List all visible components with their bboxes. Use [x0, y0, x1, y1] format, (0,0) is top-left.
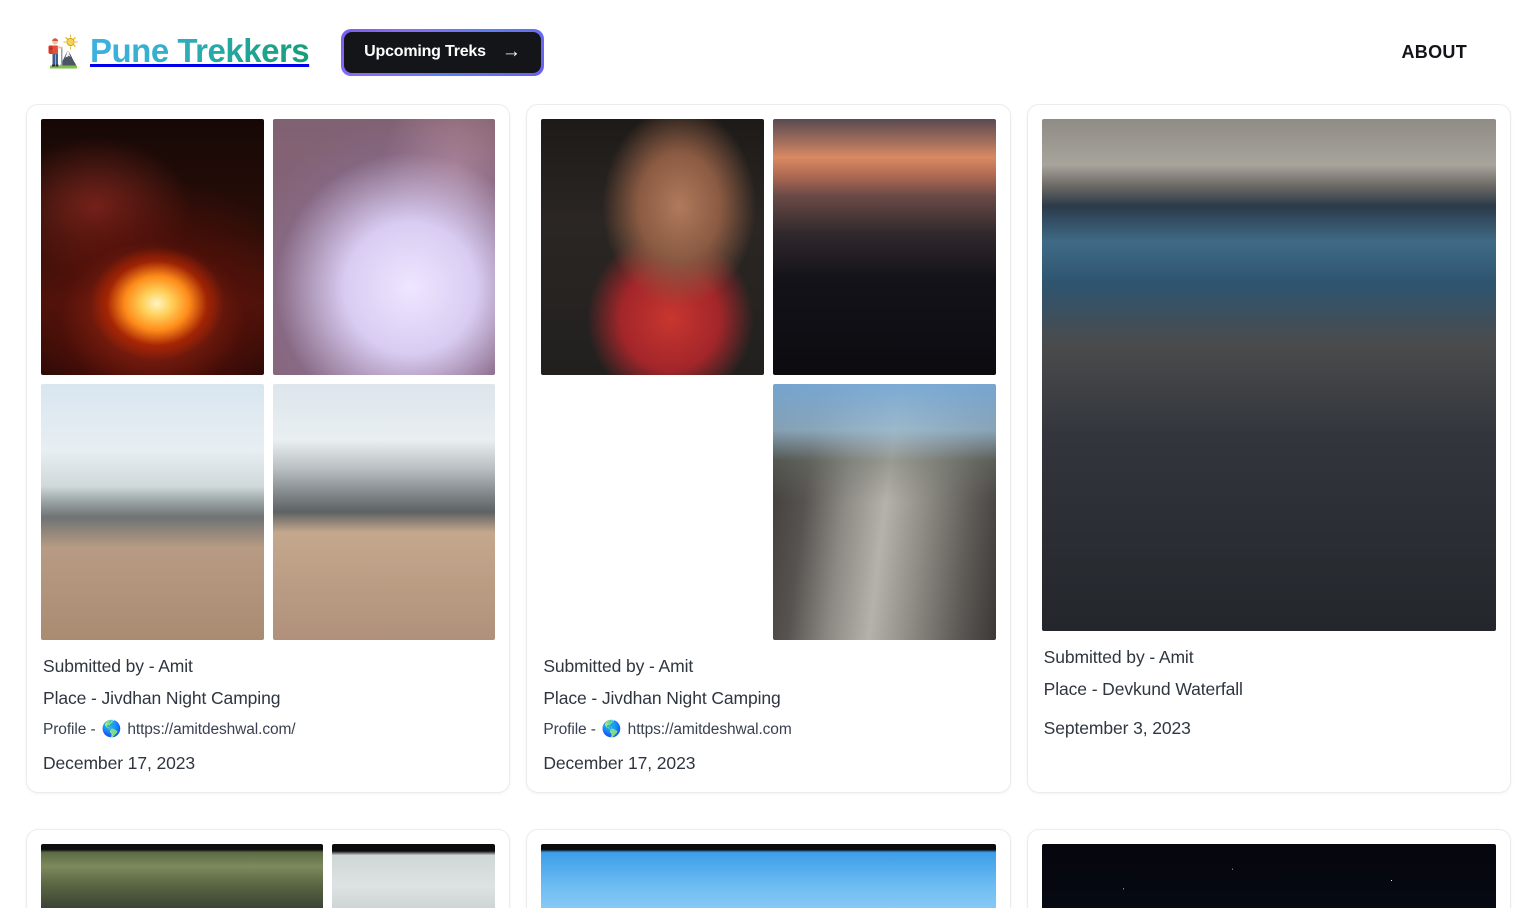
photo-dusk-sky-valley[interactable]	[772, 119, 996, 375]
card-meta: Submitted by - Amit Place - Jivdhan Nigh…	[41, 640, 495, 774]
place: Place - Jivdhan Night Camping	[43, 687, 281, 708]
globe-icon: 🌎	[101, 721, 122, 738]
upcoming-treks-button[interactable]: Upcoming Treks →	[344, 31, 541, 73]
submitted-by: Submitted by - Amit	[543, 656, 694, 676]
photo-night-cooking-camp[interactable]	[541, 384, 764, 640]
profile-label: Profile -	[543, 721, 596, 738]
profile-url-link[interactable]: https://amitdeshwal.com/	[127, 721, 295, 739]
place: Place - Jivdhan Night Camping	[543, 687, 781, 708]
photo-starry-night-sky[interactable]	[1041, 844, 1496, 908]
photo-group-inside-bus[interactable]	[1041, 119, 1496, 631]
profile-row: Profile - 🌎 https://amitdeshwal.com/	[43, 721, 493, 739]
photo-mosaic	[1041, 119, 1496, 631]
photo-group-sitting-by-tent[interactable]	[272, 384, 496, 640]
nav-item-about[interactable]: ABOUT	[1402, 42, 1468, 63]
submission-card[interactable]	[26, 829, 511, 908]
submission-card[interactable]: Submitted by - Amit Place - Jivdhan Nigh…	[526, 104, 1011, 793]
submission-card[interactable]: Submitted by - Amit Place - Devkund Wate…	[1026, 104, 1511, 793]
submissions-gallery: Submitted by - Amit Place - Jivdhan Nigh…	[0, 104, 1537, 908]
upcoming-treks-button-wrapper: Upcoming Treks →	[341, 28, 544, 76]
photo-mosaic	[541, 119, 996, 640]
photo-blue-sky-cliff[interactable]	[541, 844, 996, 908]
profile-row: Profile - 🌎 https://amitdeshwal.com	[543, 721, 993, 739]
photo-misty-hill-group[interactable]	[331, 844, 496, 908]
globe-icon: 🌎	[601, 721, 622, 738]
photo-campfire-group-night[interactable]	[41, 119, 264, 375]
photo-group-with-banner[interactable]	[41, 844, 323, 908]
photo-mosaic	[41, 844, 496, 908]
photo-tents-at-dusk[interactable]	[41, 384, 264, 640]
primary-nav: ABOUT	[1402, 42, 1468, 63]
submission-card[interactable]: Submitted by - Amit Place - Jivdhan Nigh…	[26, 104, 511, 793]
site-header: Pune Trekkers Upcoming Treks → ABOUT	[0, 0, 1537, 104]
photo-uno-cards-night[interactable]	[272, 119, 496, 375]
photo-rocky-gully-climb[interactable]	[772, 384, 996, 640]
upcoming-treks-label: Upcoming Treks	[364, 43, 486, 60]
submission-date: December 17, 2023	[543, 753, 696, 773]
photo-trekker-selfie-fort[interactable]	[541, 119, 764, 375]
submission-date: September 3, 2023	[1043, 718, 1191, 738]
submission-date: December 17, 2023	[43, 753, 196, 773]
brand-logo-link[interactable]: Pune Trekkers	[40, 31, 310, 71]
arrow-right-icon: →	[501, 40, 521, 62]
card-grid: Submitted by - Amit Place - Jivdhan Nigh…	[26, 104, 1511, 908]
profile-url-link[interactable]: https://amitdeshwal.com	[628, 721, 792, 739]
photo-mosaic	[41, 119, 496, 640]
submission-card[interactable]	[526, 829, 1011, 908]
hiker-mountain-icon	[40, 33, 80, 71]
submission-card[interactable]	[1026, 829, 1511, 908]
place: Place - Devkund Waterfall	[1043, 678, 1243, 699]
photo-mosaic	[541, 844, 996, 908]
card-meta: Submitted by - Amit Place - Jivdhan Nigh…	[541, 640, 995, 774]
submitted-by: Submitted by - Amit	[43, 656, 193, 676]
card-meta: Submitted by - Amit Place - Devkund Wate…	[1042, 631, 1496, 739]
submitted-by: Submitted by - Amit	[1043, 647, 1194, 667]
photo-mosaic	[1041, 844, 1496, 908]
brand-title: Pune Trekkers	[90, 31, 310, 69]
profile-label: Profile -	[43, 721, 96, 738]
